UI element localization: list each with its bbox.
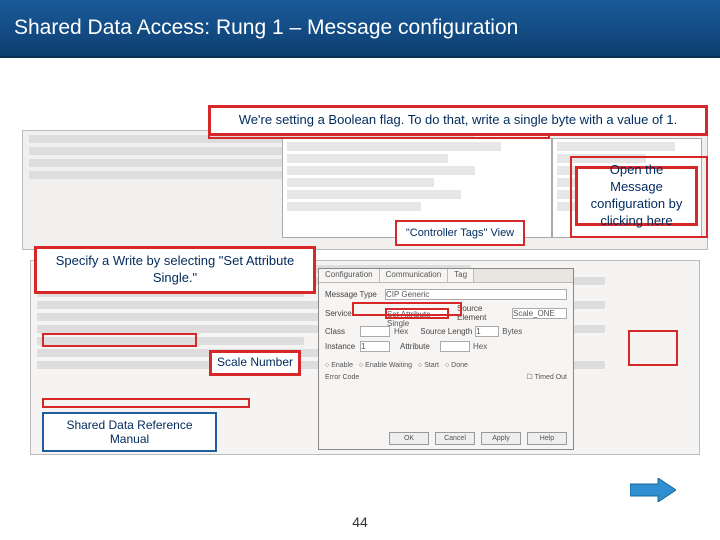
check-done[interactable]: ○ Done bbox=[445, 362, 468, 369]
label-msgtype: Message Type bbox=[325, 290, 385, 299]
check-start[interactable]: ○ Start bbox=[418, 362, 439, 369]
field-srcelem[interactable]: Scale_ONE bbox=[512, 308, 567, 319]
dialog-tabs: Configuration Communication Tag bbox=[319, 269, 573, 283]
callout-text: Scale Number bbox=[217, 355, 293, 369]
label-error-code: Error Code bbox=[325, 374, 359, 381]
label-attribute: Attribute bbox=[400, 342, 440, 351]
field-instance[interactable]: 1 bbox=[360, 341, 390, 352]
slide-title: Shared Data Access: Rung 1 – Message con… bbox=[0, 0, 720, 58]
highlight-box bbox=[628, 330, 678, 366]
highlight-box bbox=[42, 398, 250, 408]
field-msgtype[interactable]: CIP Generic bbox=[385, 289, 567, 300]
next-arrow-icon[interactable] bbox=[630, 478, 676, 502]
label-srclen: Source Length bbox=[420, 327, 475, 336]
check-enable-waiting[interactable]: ○ Enable Waiting bbox=[359, 362, 412, 369]
tab-configuration[interactable]: Configuration bbox=[319, 269, 380, 282]
page-number: 44 bbox=[0, 514, 720, 530]
callout-controller-tags: "Controller Tags" View bbox=[395, 220, 525, 246]
apply-button[interactable]: Apply bbox=[481, 432, 521, 445]
callout-specify-write: Specify a Write by selecting "Set Attrib… bbox=[34, 246, 316, 294]
callout-reference-manual: Shared Data Reference Manual bbox=[42, 412, 217, 452]
label-instance: Instance bbox=[325, 342, 360, 351]
highlight-box bbox=[352, 302, 462, 316]
highlight-box bbox=[42, 333, 197, 347]
tab-tag[interactable]: Tag bbox=[448, 269, 474, 282]
callout-text: Specify a Write by selecting "Set Attrib… bbox=[56, 253, 295, 285]
field-srclen[interactable]: 1 bbox=[475, 326, 499, 337]
unit-class: Hex bbox=[394, 327, 408, 336]
callout-scale-number: Scale Number bbox=[209, 350, 301, 376]
message-config-dialog: Configuration Communication Tag Message … bbox=[318, 268, 574, 450]
cancel-button[interactable]: Cancel bbox=[435, 432, 475, 445]
callout-boolean-flag: We're setting a Boolean flag. To do that… bbox=[208, 105, 708, 136]
check-timed-out[interactable]: ☐ Timed Out bbox=[526, 373, 567, 381]
callout-text: Shared Data Reference Manual bbox=[66, 418, 192, 446]
help-button[interactable]: Help bbox=[527, 432, 567, 445]
unit-srclen: Bytes bbox=[502, 327, 522, 336]
label-srcelem: Source Element bbox=[457, 304, 512, 322]
field-attribute[interactable] bbox=[440, 341, 470, 352]
ok-button[interactable]: OK bbox=[389, 432, 429, 445]
page-number-text: 44 bbox=[352, 514, 368, 530]
label-class: Class bbox=[325, 327, 360, 336]
callout-open-message: Open the Message configuration by clicki… bbox=[575, 166, 698, 226]
callout-text: We're setting a Boolean flag. To do that… bbox=[239, 112, 677, 127]
check-enable[interactable]: ○ Enable bbox=[325, 362, 353, 369]
unit-attribute: Hex bbox=[473, 342, 487, 351]
slide-title-text: Shared Data Access: Rung 1 – Message con… bbox=[14, 16, 518, 40]
tab-communication[interactable]: Communication bbox=[380, 269, 449, 282]
field-class[interactable] bbox=[360, 326, 390, 337]
callout-text: "Controller Tags" View bbox=[406, 227, 514, 239]
callout-text: Open the Message configuration by clicki… bbox=[586, 162, 687, 230]
